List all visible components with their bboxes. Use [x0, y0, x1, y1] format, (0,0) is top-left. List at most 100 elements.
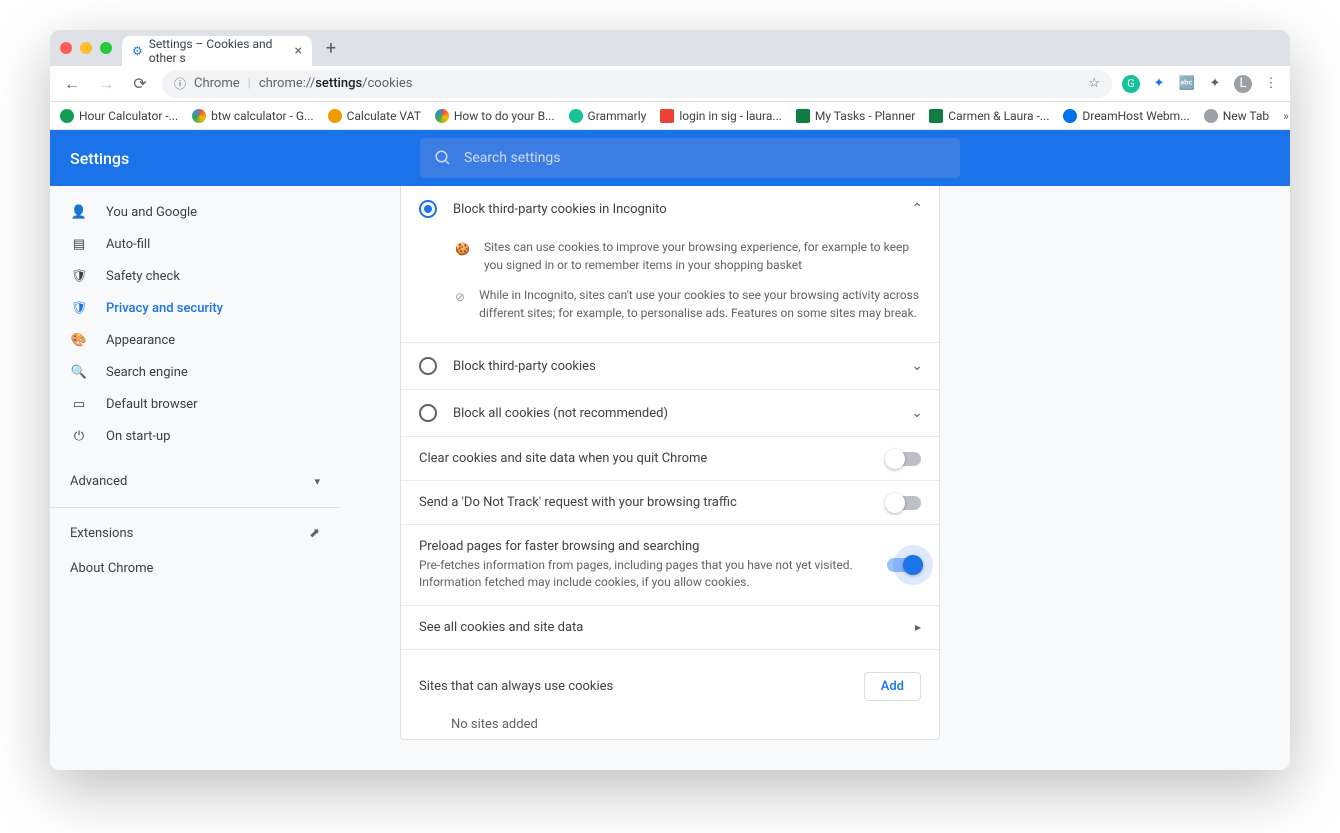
section-label: Sites that can always use cookies [419, 679, 613, 694]
radio-label: Block third-party cookies in Incognito [453, 202, 667, 217]
bookmark-item[interactable]: Calculate VAT [328, 109, 421, 123]
power-icon: ⏻ [70, 429, 88, 444]
person-icon: 👤 [70, 205, 88, 220]
bookmark-item[interactable]: Hour Calculator -... [60, 109, 178, 123]
toggle-label: Preload pages for faster browsing and se… [419, 539, 867, 554]
radio-description-block: 🍪 Sites can use cookies to improve your … [401, 232, 939, 342]
bookmark-star-icon[interactable]: ☆ [1088, 76, 1100, 91]
toggle-switch[interactable] [887, 452, 921, 466]
sidebar-item-auto-fill[interactable]: ▤Auto-fill [50, 228, 340, 260]
browser-window: ⚙ Settings – Cookies and other s × + ← →… [50, 30, 1290, 770]
radio-label: Block third-party cookies [453, 359, 596, 374]
settings-title: Settings [70, 149, 390, 168]
bookmark-item[interactable]: New Tab [1204, 109, 1269, 123]
sidebar-advanced[interactable]: Advanced ▾ [50, 464, 340, 499]
description-text: Sites can use cookies to improve your br… [484, 238, 921, 274]
sidebar-item-default-browser[interactable]: ▭ Default browser [50, 388, 340, 420]
add-button[interactable]: Add [864, 672, 921, 701]
toggle-switch[interactable] [887, 558, 921, 572]
tab-title: Settings – Cookies and other s [149, 37, 289, 65]
sidebar-item-appearance[interactable]: 🎨Appearance [50, 324, 340, 356]
window-titlebar: ⚙ Settings – Cookies and other s × + [50, 30, 1290, 66]
cookie-icon: 🍪 [455, 240, 470, 274]
sidebar-item-safety-check[interactable]: 🛡Safety check [50, 260, 340, 292]
sidebar-item-search-engine[interactable]: 🔍Search engine [50, 356, 340, 388]
window-controls[interactable] [60, 42, 112, 54]
browser-menu-icon[interactable]: ⋮ [1262, 75, 1280, 93]
bookmarks-overflow[interactable]: » [1283, 109, 1289, 123]
radio-block-third-party-incognito[interactable]: Block third-party cookies in Incognito ⌃ [401, 186, 939, 232]
profile-avatar[interactable]: L [1234, 75, 1252, 93]
cookies-card: Block third-party cookies in Incognito ⌃… [400, 186, 940, 740]
toggle-switch[interactable] [887, 496, 921, 510]
shield-icon: 🛡 [70, 301, 88, 316]
tab-favicon: ⚙ [132, 44, 143, 58]
toggle-preload-pages[interactable]: Preload pages for faster browsing and se… [401, 525, 939, 605]
close-tab-button[interactable]: × [295, 43, 302, 59]
minimize-window-button[interactable] [80, 42, 92, 54]
bookmark-item[interactable]: My Tasks - Planner [796, 109, 915, 123]
url-host: settings [315, 76, 362, 91]
chevron-down-icon: ▾ [314, 475, 320, 488]
settings-search-input[interactable] [464, 150, 946, 166]
browser-tab[interactable]: ⚙ Settings – Cookies and other s × [122, 36, 312, 66]
bookmark-item[interactable]: Carmen & Laura -... [929, 109, 1049, 123]
new-tab-button[interactable]: + [318, 35, 344, 61]
address-bar[interactable]: ⓘ Chrome | chrome://settings/cookies ☆ [162, 70, 1112, 98]
radio-button[interactable] [419, 200, 437, 218]
bookmark-item[interactable]: DreamHost Webm... [1063, 109, 1189, 123]
sidebar-item-label: On start-up [106, 429, 170, 444]
chevron-down-icon[interactable]: ⌄ [911, 358, 923, 374]
extension-icon[interactable]: G [1122, 75, 1140, 93]
sidebar-advanced-label: Advanced [70, 474, 127, 489]
url-scheme: chrome:// [259, 76, 315, 91]
sidebar-extensions-label: Extensions [70, 526, 133, 541]
search-icon [434, 149, 452, 167]
settings-body: 👤 You and Google ▤Auto-fill 🛡Safety check… [50, 186, 1290, 770]
toggle-label: Send a 'Do Not Track' request with your … [419, 495, 737, 510]
sidebar-item-label: Default browser [106, 397, 198, 412]
browser-icon: ▭ [70, 397, 88, 412]
sidebar-item-privacy-and-security[interactable]: 🛡Privacy and security [50, 292, 340, 324]
reload-button[interactable]: ⟳ [128, 74, 152, 93]
extensions-menu-icon[interactable]: ✦ [1206, 75, 1224, 93]
toggle-do-not-track[interactable]: Send a 'Do Not Track' request with your … [401, 481, 939, 524]
section-sites-always-allow: Sites that can always use cookies Add [401, 650, 939, 711]
block-icon: ⊘ [455, 288, 465, 322]
sidebar-about-chrome[interactable]: About Chrome [50, 551, 340, 586]
radio-block-third-party[interactable]: Block third-party cookies ⌄ [401, 343, 939, 389]
toggle-clear-on-quit[interactable]: Clear cookies and site data when you qui… [401, 437, 939, 480]
bookmark-item[interactable]: login in sig - laura... [660, 109, 782, 123]
chevron-down-icon[interactable]: ⌄ [911, 405, 923, 421]
description-text: While in Incognito, sites can't use your… [479, 286, 921, 322]
maximize-window-button[interactable] [100, 42, 112, 54]
radio-button[interactable] [419, 404, 437, 422]
sidebar-extensions[interactable]: Extensions ⬈ [50, 516, 340, 551]
sidebar-item-label: You and Google [106, 205, 197, 220]
back-button[interactable]: ← [60, 74, 84, 94]
shield-check-icon: 🛡 [70, 269, 88, 284]
settings-search[interactable] [420, 138, 960, 178]
chevron-up-icon[interactable]: ⌃ [911, 201, 923, 217]
extension-icon[interactable]: 🔤 [1178, 75, 1196, 93]
search-icon: 🔍 [70, 365, 88, 380]
chevron-right-icon: ▸ [915, 620, 921, 634]
radio-button[interactable] [419, 357, 437, 375]
link-see-all-cookies[interactable]: See all cookies and site data ▸ [401, 606, 939, 649]
open-in-new-icon: ⬈ [309, 526, 320, 541]
close-window-button[interactable] [60, 42, 72, 54]
sidebar-item-you-and-google[interactable]: 👤 You and Google [50, 196, 340, 228]
radio-block-all[interactable]: Block all cookies (not recommended) ⌄ [401, 390, 939, 436]
bookmark-item[interactable]: How to do your B... [435, 109, 555, 123]
sidebar-item-label: Auto-fill [106, 237, 150, 252]
sidebar-item-on-start-up[interactable]: ⏻ On start-up [50, 420, 340, 452]
radio-label: Block all cookies (not recommended) [453, 406, 668, 421]
forward-button[interactable]: → [94, 74, 118, 94]
bookmark-item[interactable]: btw calculator - G... [192, 109, 313, 123]
settings-header: Settings [50, 130, 1290, 186]
url-path: /cookies [362, 76, 412, 91]
site-info-icon: ⓘ [174, 75, 186, 92]
extension-icon[interactable]: ✦ [1150, 75, 1168, 93]
bookmark-item[interactable]: Grammarly [569, 109, 647, 123]
toggle-label: Clear cookies and site data when you qui… [419, 451, 707, 466]
